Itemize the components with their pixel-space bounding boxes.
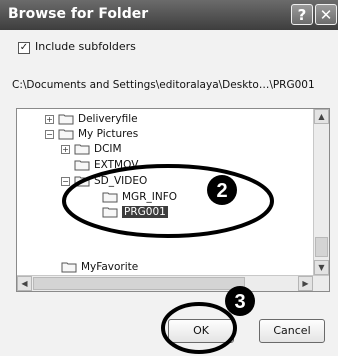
callout-ellipse-ok <box>161 302 237 354</box>
callout-number-2: 2 <box>216 180 227 202</box>
callout-number-3: 3 <box>234 291 245 313</box>
annotation-overlay: 2 3 <box>62 164 274 354</box>
callout-ellipse-tree <box>62 164 274 238</box>
browse-for-folder-dialog: Browse for Folder ? ✕ ✓ Include subfolde… <box>0 0 338 356</box>
